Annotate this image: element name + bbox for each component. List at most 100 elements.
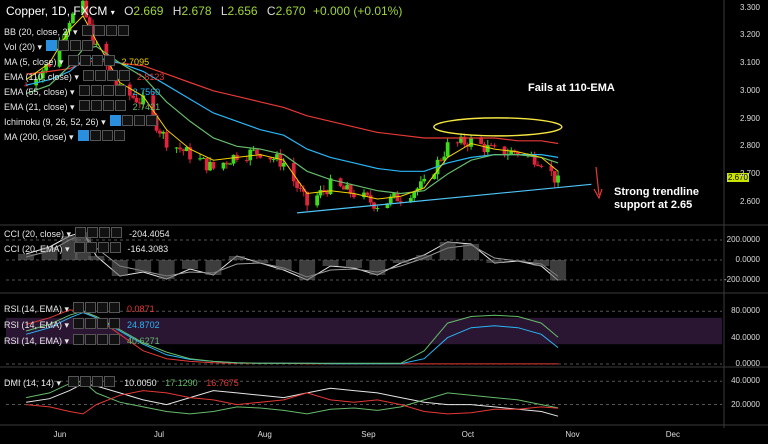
settings-icon[interactable] (85, 318, 97, 329)
settings-icon[interactable] (94, 70, 106, 81)
candle-body (251, 149, 256, 151)
eye-icon[interactable] (78, 100, 90, 111)
dropdown-icon[interactable]: ▾ (68, 102, 75, 112)
settings-icon[interactable] (90, 100, 102, 111)
close-icon[interactable] (117, 25, 129, 36)
settings-icon[interactable] (93, 25, 105, 36)
indicator-buttons[interactable] (67, 376, 116, 388)
indicator-buttons[interactable] (73, 302, 121, 314)
close-icon[interactable] (109, 334, 121, 345)
dropdown-icon[interactable]: ▾ (54, 378, 62, 388)
indicator-buttons[interactable] (78, 100, 127, 112)
legend-label[interactable]: RSI (14, EMA) (4, 336, 62, 346)
legend-label[interactable]: CCI (20, close) (4, 229, 64, 239)
legend-label[interactable]: MA (5, close) (4, 57, 57, 67)
legend-label[interactable]: RSI (14, EMA) (4, 304, 62, 314)
source-icon[interactable] (97, 334, 109, 345)
close-icon[interactable] (82, 40, 94, 51)
settings-icon[interactable] (121, 115, 133, 126)
eye-icon[interactable] (73, 302, 85, 313)
eye-icon[interactable] (77, 130, 89, 141)
dropdown-icon[interactable]: ▾ (62, 304, 70, 314)
source-icon[interactable] (106, 70, 118, 81)
source-icon[interactable] (105, 25, 117, 36)
dropdown-icon[interactable]: ▾ (72, 72, 79, 82)
cci-bar (111, 260, 128, 276)
close-icon[interactable] (109, 302, 121, 313)
source-icon[interactable] (97, 242, 109, 253)
eye-icon[interactable] (81, 25, 93, 36)
indicator-buttons[interactable] (73, 318, 121, 330)
eye-icon[interactable] (46, 40, 58, 51)
source-icon[interactable] (102, 100, 114, 111)
eye-icon[interactable] (73, 318, 85, 329)
settings-icon[interactable] (85, 334, 97, 345)
legend-label[interactable]: Vol (20) (4, 42, 35, 52)
dropdown-icon[interactable]: ▾ (99, 117, 106, 127)
indicator-buttons[interactable] (78, 85, 127, 97)
close-icon[interactable] (113, 130, 125, 141)
dropdown-icon[interactable]: ▾ (111, 8, 115, 17)
indicator-buttons[interactable] (67, 55, 116, 67)
close-icon[interactable] (109, 242, 121, 253)
dropdown-icon[interactable]: ▾ (57, 57, 64, 67)
dropdown-icon[interactable]: ▾ (35, 42, 43, 52)
source-icon[interactable] (101, 130, 113, 141)
eye-icon[interactable] (73, 242, 85, 253)
indicator-buttons[interactable] (73, 334, 121, 346)
close-icon[interactable] (114, 85, 126, 96)
close-icon[interactable] (109, 318, 121, 329)
legend-label[interactable]: EMA (110, close) (4, 72, 72, 82)
dropdown-icon[interactable]: ▾ (67, 132, 74, 142)
dropdown-icon[interactable]: ▾ (68, 87, 75, 97)
settings-icon[interactable] (79, 55, 91, 66)
source-icon[interactable] (102, 85, 114, 96)
source-icon[interactable] (70, 40, 82, 51)
source-icon[interactable] (97, 302, 109, 313)
indicator-buttons[interactable] (77, 130, 126, 142)
close-icon[interactable] (114, 100, 126, 111)
settings-icon[interactable] (85, 242, 97, 253)
dropdown-icon[interactable]: ▾ (64, 229, 72, 239)
settings-icon[interactable] (58, 40, 70, 51)
eye-icon[interactable] (109, 115, 121, 126)
source-icon[interactable] (91, 55, 103, 66)
dropdown-icon[interactable]: ▾ (71, 27, 78, 37)
instrument-label[interactable]: Copper, 1D, FXCM (6, 4, 107, 18)
settings-icon[interactable] (85, 302, 97, 313)
legend-label[interactable]: MA (200, close) (4, 132, 67, 142)
legend-label[interactable]: CCI (20, EMA) (4, 244, 63, 254)
settings-icon[interactable] (87, 227, 99, 238)
dropdown-icon[interactable]: ▾ (62, 336, 70, 346)
source-icon[interactable] (97, 318, 109, 329)
eye-icon[interactable] (78, 85, 90, 96)
indicator-buttons[interactable] (81, 25, 130, 37)
settings-icon[interactable] (90, 85, 102, 96)
eye-icon[interactable] (73, 334, 85, 345)
indicator-buttons[interactable] (109, 115, 158, 127)
close-icon[interactable] (111, 227, 123, 238)
legend-label[interactable]: RSI (14, EMA) (4, 320, 62, 330)
source-icon[interactable] (99, 227, 111, 238)
legend-label[interactable]: BB (20, close, 2) (4, 27, 71, 37)
eye-icon[interactable] (82, 70, 94, 81)
close-icon[interactable] (118, 70, 130, 81)
dmi-label[interactable]: DMI (14, 14) (4, 378, 54, 388)
eye-icon[interactable] (67, 55, 79, 66)
legend-label[interactable]: EMA (21, close) (4, 102, 68, 112)
dropdown-icon[interactable]: ▾ (63, 244, 70, 254)
indicator-buttons[interactable] (82, 70, 131, 82)
legend-label[interactable]: EMA (55, close) (4, 87, 68, 97)
eye-icon[interactable] (75, 227, 87, 238)
close-icon[interactable] (103, 55, 115, 66)
candle-body (221, 162, 226, 169)
candle-body (342, 186, 346, 190)
indicator-buttons[interactable] (75, 227, 123, 239)
source-icon[interactable] (133, 115, 145, 126)
indicator-buttons[interactable] (46, 40, 94, 52)
dropdown-icon[interactable]: ▾ (62, 320, 70, 330)
settings-icon[interactable] (89, 130, 101, 141)
indicator-buttons[interactable] (73, 242, 122, 254)
legend-label[interactable]: Ichimoku (9, 26, 52, 26) (4, 117, 99, 127)
close-icon[interactable] (145, 115, 157, 126)
